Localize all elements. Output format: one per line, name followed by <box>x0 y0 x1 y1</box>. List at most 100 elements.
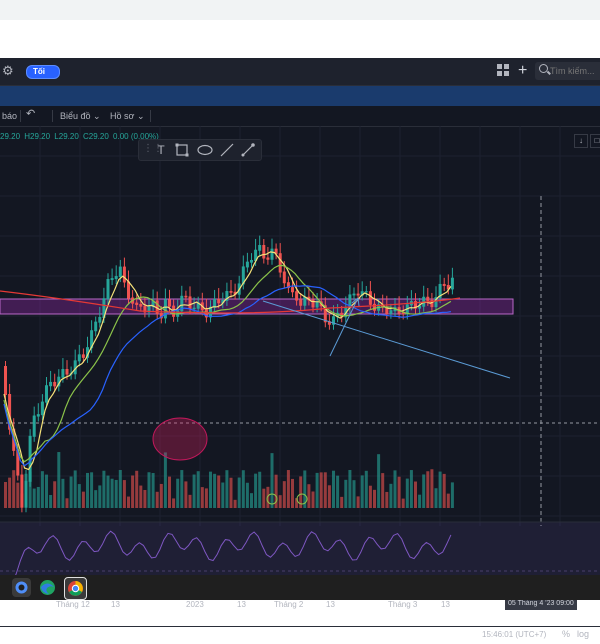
x-tick-label: 13 <box>441 600 450 609</box>
volume-bar <box>229 477 233 508</box>
volume-bar <box>28 471 32 508</box>
layout-grid-icon[interactable] <box>497 64 511 78</box>
volume-bar <box>414 481 417 508</box>
volume-bar <box>250 493 253 508</box>
candle-body <box>258 245 262 251</box>
status-bar: 15:46:01 (UTC+7) % log <box>0 626 600 644</box>
candle-body <box>32 415 36 437</box>
volume-bar <box>180 470 184 508</box>
volume-bar <box>401 498 405 508</box>
undo-icon[interactable]: ↶ <box>26 107 35 121</box>
volume-bar <box>442 473 446 508</box>
percent-scale-button[interactable]: % <box>562 629 570 639</box>
log-scale-button[interactable]: log <box>577 629 589 639</box>
volume-bar <box>209 471 212 508</box>
alert-button[interactable]: báo <box>2 109 17 123</box>
volume-bar <box>114 479 118 508</box>
candle-body <box>118 266 122 278</box>
candle-body <box>98 317 102 323</box>
volume-bar <box>131 475 135 508</box>
info-banner <box>0 86 600 106</box>
price-chart[interactable] <box>0 126 600 575</box>
legend-open: 29.20 <box>0 132 21 141</box>
theme-toggle[interactable]: Tối <box>26 65 60 79</box>
volume-bar <box>270 453 274 508</box>
volume-bar <box>319 472 323 508</box>
candle-body <box>184 295 188 298</box>
volume-bar <box>69 476 73 508</box>
volume-bar <box>151 473 155 508</box>
candle-body <box>114 276 118 280</box>
x-tick-label: Tháng 3 <box>388 600 418 609</box>
volume-bar <box>245 482 249 508</box>
search-input[interactable] <box>550 62 600 80</box>
chevron-down-icon: ⌄ <box>136 111 145 121</box>
volume-bar <box>81 491 85 508</box>
chart-toolbar: báo ↶ Biểu đồ ⌄ Hồ sơ ⌄ <box>0 106 600 127</box>
rectangle-tool-icon[interactable] <box>174 142 190 158</box>
add-icon[interactable]: + <box>518 62 527 80</box>
candle-body <box>53 381 57 387</box>
volume-bar <box>168 476 171 508</box>
volume-bar <box>94 490 98 508</box>
candle-body <box>250 259 253 263</box>
candle-body <box>450 277 454 290</box>
candle-body <box>266 257 270 260</box>
ma-short-line <box>3 251 452 471</box>
volume-bar <box>200 487 204 508</box>
volume-bar <box>139 485 143 508</box>
volume-bar <box>163 452 167 508</box>
search-box[interactable] <box>535 62 600 80</box>
chart-area[interactable]: 29.20 H29.20 L29.20 C29.20 0.00 (0.00%) … <box>0 126 600 639</box>
volume-bar <box>278 495 282 508</box>
volume-bar <box>155 491 159 508</box>
gear-icon[interactable]: ⚙ <box>2 63 14 79</box>
volume-bar <box>217 475 221 508</box>
clock-label: 15:46:01 (UTC+7) <box>482 630 547 639</box>
volume-bar <box>262 488 266 508</box>
candle-body <box>364 291 368 293</box>
candle-body <box>168 299 171 307</box>
windows-taskbar <box>0 575 600 600</box>
profile-menu-button[interactable]: Hồ sơ ⌄ <box>110 109 144 123</box>
brush-tool-icon[interactable] <box>240 142 256 158</box>
ellipse-tool-icon[interactable] <box>197 142 213 158</box>
edge-icon[interactable] <box>38 578 57 597</box>
candle-body <box>127 281 130 299</box>
candle-body <box>61 369 65 378</box>
volume-bar <box>426 471 430 508</box>
divider <box>20 110 21 122</box>
volume-bar <box>438 471 442 508</box>
candle-body <box>110 278 114 281</box>
line-tool-icon[interactable] <box>219 142 235 158</box>
volume-bar <box>291 478 294 508</box>
volume-bar <box>172 498 176 508</box>
arrow-down-icon[interactable]: ↓ <box>574 134 588 148</box>
volume-bar <box>430 469 434 508</box>
x-tick-label: 2023 <box>186 600 204 609</box>
legend-high: H29.20 <box>24 132 51 141</box>
volume-bar <box>336 475 340 508</box>
volume-bar <box>360 475 364 508</box>
expand-icon[interactable]: □ <box>590 134 600 148</box>
candle-body <box>229 291 233 293</box>
chart-menu-button[interactable]: Biểu đồ ⌄ <box>60 109 101 123</box>
annotation-ellipse <box>152 417 208 461</box>
candle-body <box>356 293 360 296</box>
volume-bar <box>90 472 94 508</box>
chart-menu-label: Biểu đồ <box>60 111 91 121</box>
rsi-panel <box>0 522 600 575</box>
candle-body <box>65 369 69 375</box>
ohlc-legend: 29.20 H29.20 L29.20 C29.20 0.00 (0.00%) <box>0 132 161 141</box>
text-tool-icon[interactable]: T <box>153 142 169 158</box>
profile-menu-label: Hồ sơ <box>110 111 135 121</box>
candle-body <box>368 291 372 305</box>
legend-low: L29.20 <box>54 132 79 141</box>
volume-bar <box>254 473 258 508</box>
volume-bar <box>176 478 180 508</box>
chrome-icon[interactable] <box>64 577 87 600</box>
windows-icon[interactable] <box>12 578 31 597</box>
volume-bar <box>237 477 241 508</box>
legend-close: C29.20 <box>83 132 109 141</box>
volume-bar <box>405 478 409 508</box>
